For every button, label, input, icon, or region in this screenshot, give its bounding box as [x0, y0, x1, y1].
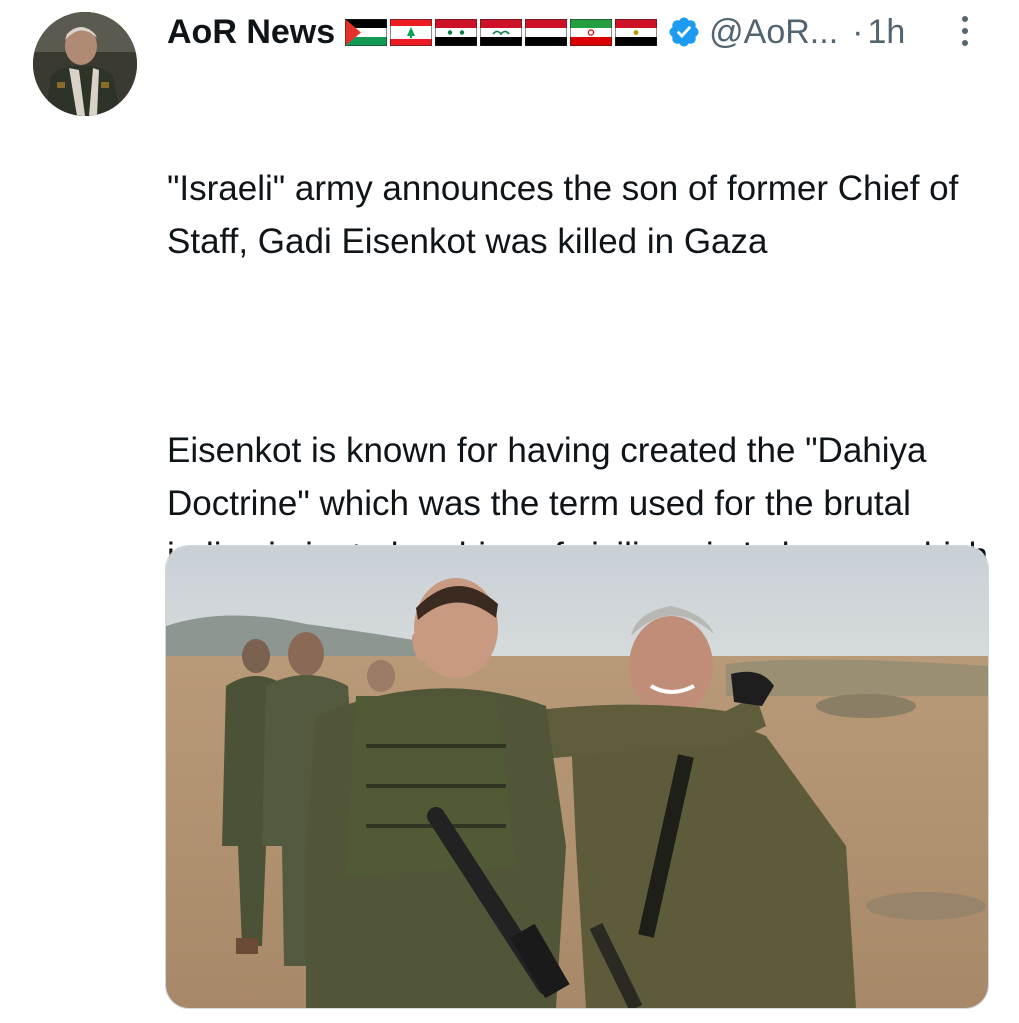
iran-flag-icon	[570, 18, 613, 46]
header-separator: ·	[852, 12, 864, 51]
photo-image	[166, 546, 988, 1008]
verified-badge-icon[interactable]	[667, 15, 701, 49]
tweet-text-paragraph: "Israeli" army announces the son of form…	[167, 169, 969, 261]
tweet-timestamp[interactable]: 1h	[867, 13, 905, 52]
egypt-flag-icon	[615, 18, 658, 46]
more-vertical-icon[interactable]	[955, 12, 975, 50]
avatar-image	[33, 12, 137, 116]
author-handle[interactable]: @AoR...	[709, 13, 838, 52]
tweet-header: AoR News @AoR... · 1h	[167, 8, 989, 56]
tweet-media-photo[interactable]	[165, 545, 989, 1009]
author-display-name[interactable]: AoR News	[167, 13, 335, 52]
palestine-flag-icon	[345, 18, 388, 46]
iraq-flag-icon	[480, 18, 523, 46]
yemen-flag-icon	[525, 18, 568, 46]
author-avatar[interactable]	[33, 12, 137, 116]
syria-flag-icon	[435, 18, 478, 46]
lebanon-flag-icon	[390, 18, 433, 46]
author-flags	[345, 18, 658, 46]
tweet: AoR News @AoR... · 1h "Israeli" army ann…	[0, 0, 1019, 1023]
